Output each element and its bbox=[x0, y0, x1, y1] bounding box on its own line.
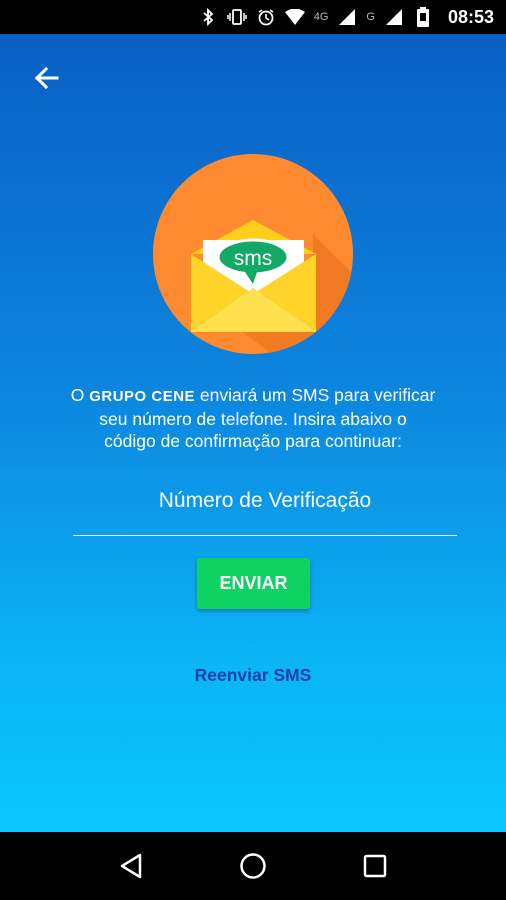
sms-bubble-text: sms bbox=[234, 247, 273, 270]
home-circle-icon bbox=[240, 853, 266, 879]
verification-message: O GRUPO CENE enviará um SMS para verific… bbox=[40, 384, 466, 452]
message-line2: seu número de telefone. Insira abaixo o bbox=[99, 409, 407, 429]
battery-icon bbox=[413, 7, 433, 27]
wifi-icon bbox=[284, 7, 305, 27]
network-4g-label: 4G bbox=[313, 11, 329, 23]
vibrate-icon bbox=[226, 7, 247, 27]
back-triangle-icon bbox=[120, 853, 142, 879]
sms-logo: sms bbox=[153, 154, 353, 354]
recents-square-icon bbox=[363, 854, 387, 878]
bluetooth-icon bbox=[198, 7, 218, 27]
alarm-icon bbox=[256, 7, 276, 27]
message-line3: código de confirmação para continuar: bbox=[104, 431, 402, 451]
nav-back-button[interactable] bbox=[111, 846, 151, 886]
send-button[interactable]: ENVIAR bbox=[197, 558, 310, 609]
message-prefix: O bbox=[70, 385, 85, 405]
back-button[interactable] bbox=[28, 60, 64, 96]
message-line1: enviará um SMS para verificar bbox=[199, 385, 436, 405]
navigation-bar bbox=[0, 832, 506, 900]
verification-screen: sms O GRUPO CENE enviará um SMS para ver… bbox=[0, 34, 506, 832]
verification-code-input[interactable] bbox=[73, 480, 457, 536]
brand-name: GRUPO CENE bbox=[89, 388, 196, 405]
nav-recents-button[interactable] bbox=[355, 846, 395, 886]
signal-4g-icon bbox=[337, 7, 357, 27]
status-bar: 4G G 08:53 bbox=[0, 0, 506, 34]
signal-g-icon bbox=[384, 7, 404, 27]
arrow-left-icon bbox=[34, 66, 59, 90]
nav-home-button[interactable] bbox=[233, 846, 273, 886]
network-g-label: G bbox=[366, 11, 375, 23]
sms-envelope-icon: sms bbox=[191, 220, 353, 354]
clock: 08:53 bbox=[447, 6, 494, 27]
resend-sms-link[interactable]: Reenviar SMS bbox=[0, 665, 506, 686]
